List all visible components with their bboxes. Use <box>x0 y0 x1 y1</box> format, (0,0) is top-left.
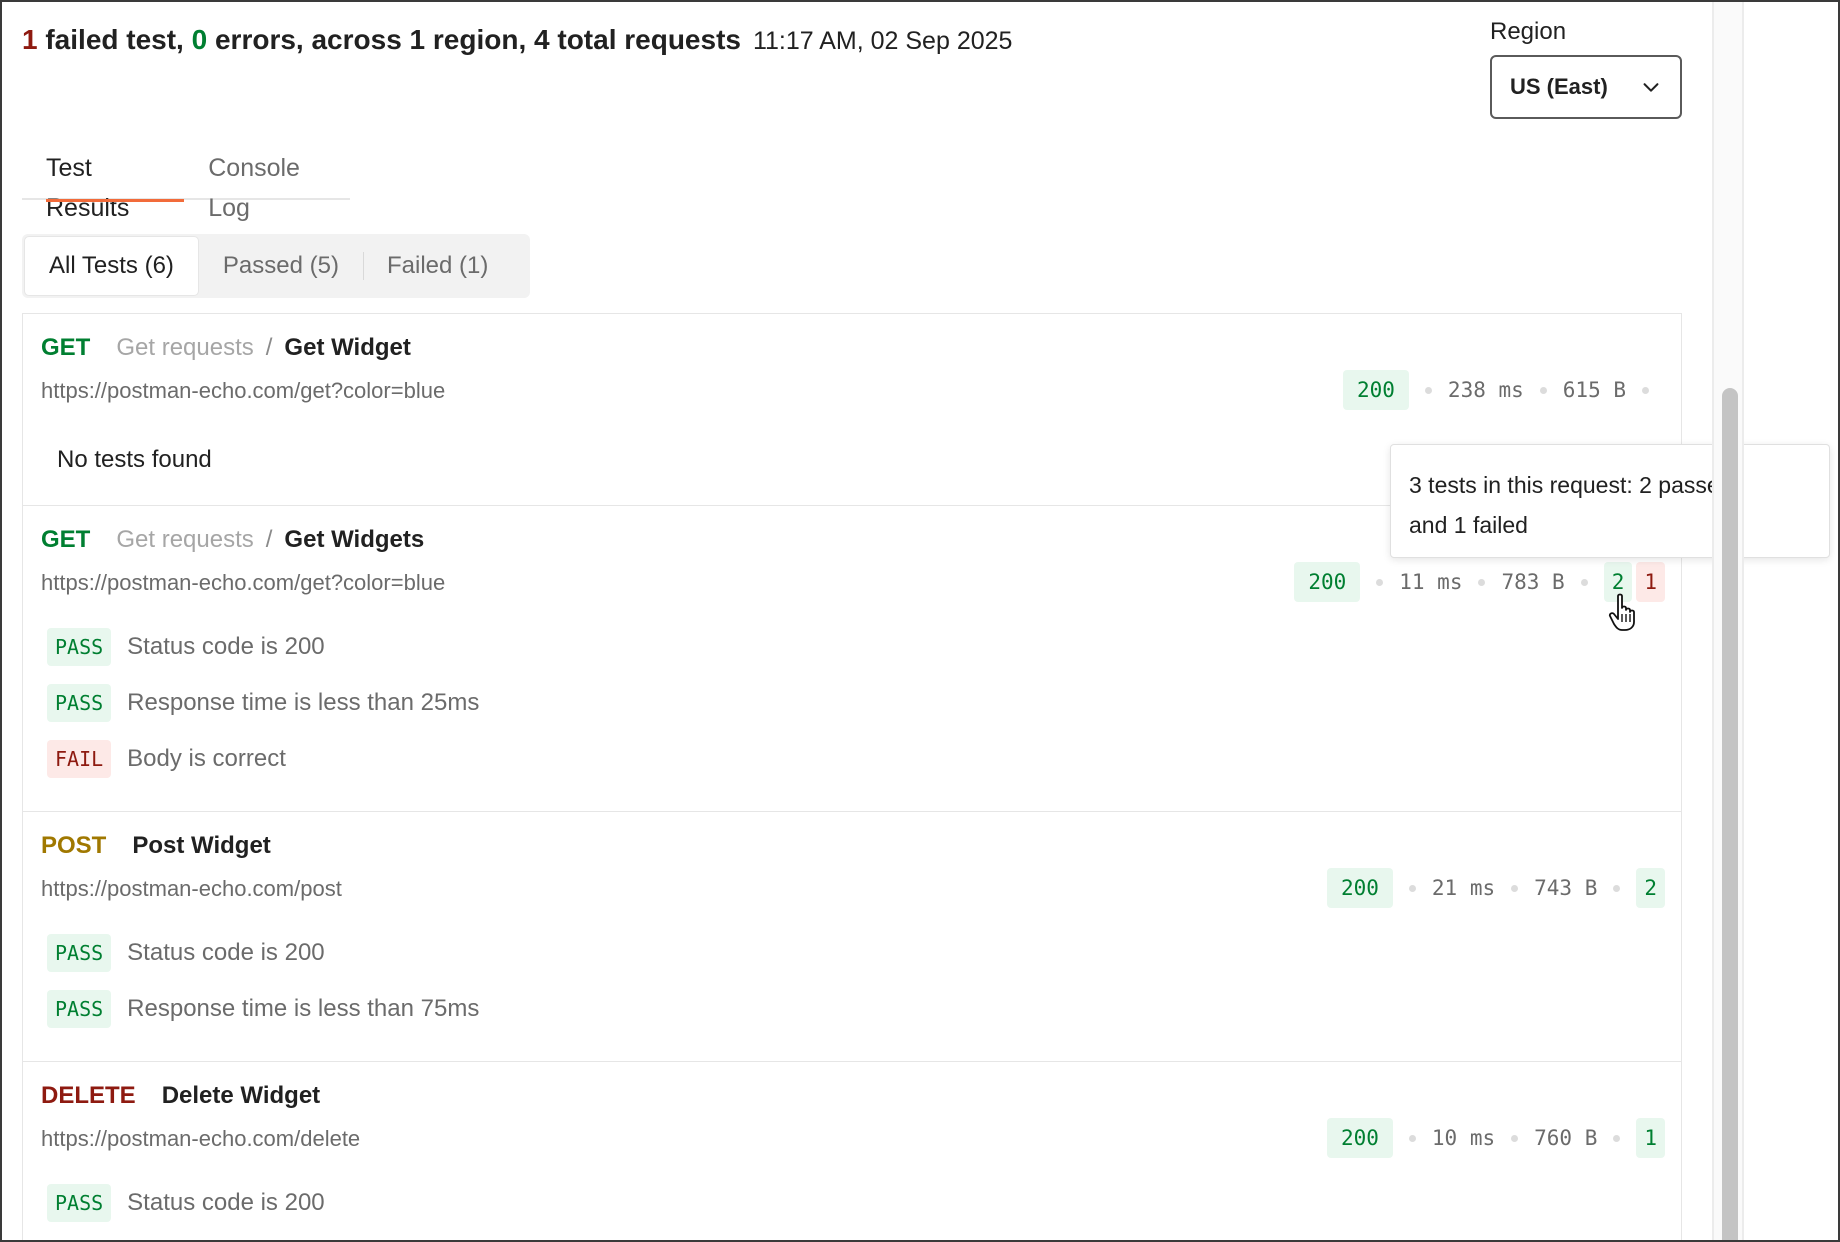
request-header: GET Get requests / Get Widgets <box>41 526 424 554</box>
test-name: Response time is less than 75ms <box>127 995 480 1022</box>
response-size: 760 B <box>1534 1126 1598 1150</box>
response-time: 238 ms <box>1447 378 1524 402</box>
region-label: Region <box>1490 18 1567 45</box>
response-size: 615 B <box>1562 378 1626 402</box>
request-method: GET <box>41 334 91 361</box>
response-time: 11 ms <box>1399 570 1463 594</box>
separator-dot <box>1478 578 1486 586</box>
status-code-badge: 200 <box>1294 562 1361 602</box>
status-code-badge: 200 <box>1342 370 1409 410</box>
region-select[interactable]: US (East) <box>1490 55 1682 119</box>
request-url: https://postman-echo.com/delete <box>41 1126 361 1151</box>
request-header: DELETE Delete Widget <box>41 1082 320 1110</box>
request-method: DELETE <box>41 1082 136 1109</box>
failed-text: failed test, <box>37 24 192 55</box>
fail-badge: FAIL <box>47 740 112 778</box>
response-time: 21 ms <box>1431 876 1496 900</box>
breadcrumb-separator: / <box>265 334 273 361</box>
failed-count: 1 <box>22 24 38 55</box>
test-result-row: PASS Response time is less than 75ms <box>47 990 479 1028</box>
hand-cursor-icon <box>1608 593 1635 631</box>
response-size: 743 B <box>1534 876 1598 900</box>
test-count-tooltip: 3 tests in this request: 2 passed and 1 … <box>1390 444 1830 558</box>
response-meta: 200 238 ms 615 B <box>1342 370 1665 410</box>
errors-count: 0 <box>191 24 208 55</box>
test-result-row: PASS Status code is 200 <box>47 934 325 972</box>
test-name: Response time is less than 25ms <box>127 689 480 716</box>
request-name[interactable]: Get Widgets <box>284 526 424 554</box>
separator-dot <box>1376 578 1384 586</box>
separator-dot <box>1511 1134 1519 1142</box>
passed-count-badge[interactable]: 1 <box>1636 1118 1665 1158</box>
request-header: POST Post Widget <box>41 832 271 860</box>
request-name[interactable]: Post Widget <box>132 832 270 860</box>
separator-dot <box>1613 884 1621 892</box>
pass-badge: PASS <box>47 990 112 1028</box>
request-name[interactable]: Delete Widget <box>162 1082 320 1110</box>
pass-badge: PASS <box>47 934 112 972</box>
status-code-badge: 200 <box>1326 1118 1393 1158</box>
scrollbar-thumb[interactable] <box>1722 388 1738 1240</box>
test-name: Status code is 200 <box>127 633 325 660</box>
separator-dot <box>1580 578 1588 586</box>
request-url: https://postman-echo.com/get?color=blue <box>41 570 446 595</box>
separator-dot <box>1408 1134 1416 1142</box>
filter-all-tests[interactable]: All Tests (6) <box>24 236 199 296</box>
no-tests-message: No tests found <box>57 446 212 473</box>
results-tabs: Test Results Console Log <box>22 148 350 222</box>
separator-dot <box>1408 884 1416 892</box>
request-item: DELETE Delete Widget https://postman-ech… <box>23 1062 1681 1240</box>
passed-count-badge[interactable]: 2 <box>1636 868 1665 908</box>
tab-console-log[interactable]: Console Log <box>184 148 350 222</box>
separator-dot <box>1539 386 1547 394</box>
response-size: 783 B <box>1501 570 1565 594</box>
status-code-badge: 200 <box>1326 868 1393 908</box>
run-summary: 1 failed test, 0 errors, across 1 region… <box>22 24 1012 56</box>
pass-badge: PASS <box>47 684 112 722</box>
test-result-row: PASS Status code is 200 <box>47 628 325 666</box>
pass-badge: PASS <box>47 1184 112 1222</box>
tooltip-line: 3 tests in this request: 2 passed <box>1409 472 1733 498</box>
request-name[interactable]: Get Widget <box>284 334 410 362</box>
chevron-down-icon <box>1643 83 1659 92</box>
request-folder[interactable]: Get requests <box>116 526 253 554</box>
tooltip-line: and 1 failed <box>1409 512 1528 538</box>
response-time: 10 ms <box>1431 1126 1496 1150</box>
region-value: US (East) <box>1510 74 1608 99</box>
request-url: https://postman-echo.com/post <box>41 876 342 901</box>
separator-dot <box>1613 1134 1621 1142</box>
separator-dot <box>1511 884 1519 892</box>
breadcrumb-separator: / <box>265 526 273 553</box>
filter-passed[interactable]: Passed (5) <box>199 236 363 296</box>
test-result-row: FAIL Body is correct <box>47 740 286 778</box>
test-name: Body is correct <box>127 745 286 772</box>
panel-divider <box>1742 2 1744 1240</box>
test-name: Status code is 200 <box>127 939 325 966</box>
request-header: GET Get requests / Get Widget <box>41 334 411 362</box>
tab-test-results[interactable]: Test Results <box>22 148 185 222</box>
separator-dot <box>1642 386 1649 394</box>
run-timestamp: 11:17 AM, 02 Sep 2025 <box>752 27 1013 55</box>
summary-rest: errors, across 1 region, 4 total request… <box>207 24 741 55</box>
test-result-row: PASS Response time is less than 25ms <box>47 684 479 722</box>
test-result-row: PASS Status code is 200 <box>47 1184 325 1222</box>
test-filter-group: All Tests (6) Passed (5) Failed (1) <box>22 234 530 298</box>
pass-badge: PASS <box>47 628 112 666</box>
filter-failed[interactable]: Failed (1) <box>362 236 512 296</box>
test-name: Status code is 200 <box>127 1189 325 1216</box>
response-meta: 200 10 ms 760 B 1 <box>1326 1118 1665 1158</box>
request-method: POST <box>41 832 107 859</box>
test-results-panel: 1 failed test, 0 errors, across 1 region… <box>0 0 1840 1242</box>
request-url: https://postman-echo.com/get?color=blue <box>41 378 446 403</box>
separator-dot <box>1424 386 1432 394</box>
request-method: GET <box>41 526 91 553</box>
request-folder[interactable]: Get requests <box>116 334 253 362</box>
response-meta: 200 21 ms 743 B 2 <box>1326 868 1665 908</box>
request-item: POST Post Widget https://postman-echo.co… <box>23 812 1681 1062</box>
